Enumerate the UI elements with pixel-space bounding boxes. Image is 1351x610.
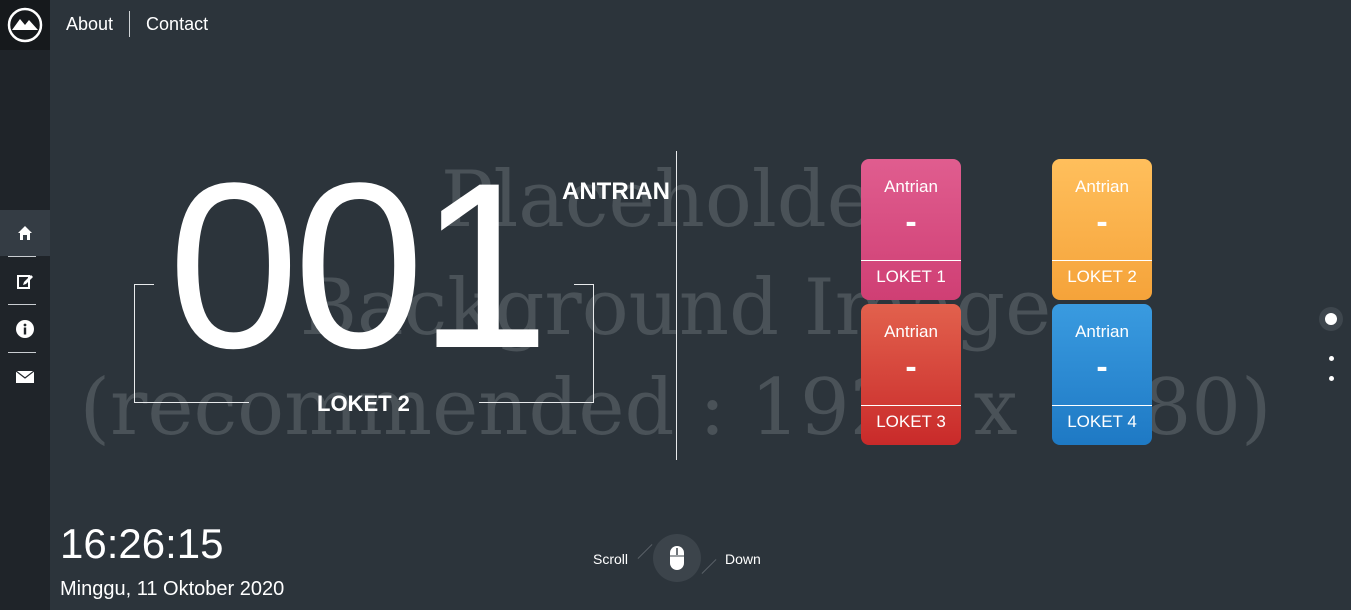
current-queue-number: 001 bbox=[168, 134, 550, 398]
current-counter-label: LOKET 2 bbox=[317, 391, 410, 416]
section-dot-active[interactable] bbox=[1319, 307, 1343, 331]
scroll-down-button[interactable] bbox=[653, 534, 701, 582]
scroll-decoration bbox=[701, 559, 717, 574]
nav-link-contact[interactable]: Contact bbox=[130, 14, 224, 35]
top-nav: About Contact bbox=[50, 0, 224, 48]
counter-card-divider bbox=[861, 260, 961, 261]
sidebar-divider bbox=[8, 352, 36, 353]
sidebar-item-home[interactable] bbox=[0, 210, 50, 256]
scroll-label: Down bbox=[725, 551, 761, 567]
counter-card-title: Antrian bbox=[884, 322, 938, 341]
sidebar bbox=[0, 0, 50, 610]
counter-card-name: LOKET 3 bbox=[876, 412, 946, 431]
counter-card-4: Antrian - LOKET 4 bbox=[1052, 304, 1152, 445]
scroll-label: Scroll bbox=[593, 551, 629, 567]
counter-card-name: LOKET 1 bbox=[876, 267, 946, 286]
counter-card-1: Antrian - LOKET 1 bbox=[861, 159, 961, 300]
nav-link-about[interactable]: About bbox=[50, 14, 129, 35]
counter-card-title: Antrian bbox=[884, 177, 938, 196]
section-dot[interactable] bbox=[1329, 356, 1334, 361]
sidebar-divider bbox=[8, 304, 36, 305]
counter-card-divider bbox=[1052, 260, 1152, 261]
info-icon bbox=[16, 320, 34, 338]
sidebar-item-edit[interactable] bbox=[0, 258, 50, 304]
sidebar-item-info[interactable] bbox=[0, 306, 50, 352]
mouse-icon bbox=[670, 546, 684, 570]
counter-card-divider bbox=[1052, 405, 1152, 406]
clock-time: 16:26:15 bbox=[60, 520, 224, 567]
counter-card-3: Antrian - LOKET 3 bbox=[861, 304, 961, 445]
counter-card-name: LOKET 4 bbox=[1067, 412, 1137, 431]
counter-card-value: - bbox=[905, 348, 917, 386]
mail-icon bbox=[16, 371, 34, 383]
counter-card-value: - bbox=[1096, 203, 1108, 241]
section-dot[interactable] bbox=[1329, 376, 1334, 381]
counter-card-name: LOKET 2 bbox=[1067, 267, 1137, 286]
home-icon bbox=[18, 226, 32, 240]
counter-card-value: - bbox=[905, 203, 917, 241]
vertical-divider bbox=[676, 151, 677, 460]
scroll-decoration bbox=[637, 544, 653, 559]
counter-card-divider bbox=[861, 405, 961, 406]
queue-title: ANTRIAN bbox=[562, 178, 670, 205]
counter-card-2: Antrian - LOKET 2 bbox=[1052, 159, 1152, 300]
counter-card-value: - bbox=[1096, 348, 1108, 386]
sidebar-divider bbox=[8, 256, 36, 257]
clock-date: Minggu, 11 Oktober 2020 bbox=[60, 578, 285, 600]
edit-icon bbox=[17, 275, 33, 289]
logo[interactable] bbox=[0, 0, 50, 50]
counter-card-title: Antrian bbox=[1075, 177, 1129, 196]
mountain-logo-icon bbox=[7, 7, 43, 43]
sidebar-item-mail[interactable] bbox=[0, 354, 50, 400]
counter-card-title: Antrian bbox=[1075, 322, 1129, 341]
